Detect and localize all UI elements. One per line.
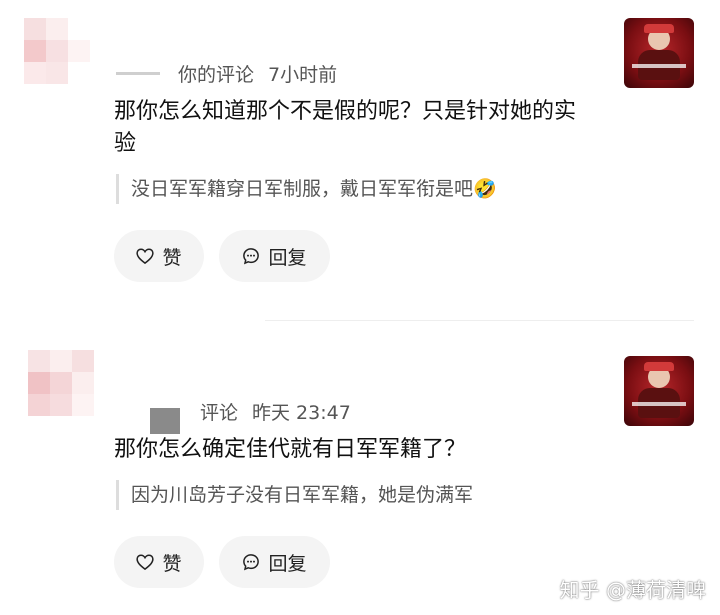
comment-meta: 评论 昨天 23:47 [200, 398, 351, 425]
avatar[interactable] [24, 18, 90, 84]
comment-text: 那你怎么知道那个不是假的呢？只是针对她的实验 [114, 99, 577, 156]
comment-item: 你的评论 7小时前 那你怎么知道那个不是假的呢？只是针对她的实验 没日军军籍穿日军… [0, 0, 720, 300]
laughing-emoji: 🤣 [473, 178, 497, 200]
reply-label: 回复 [268, 552, 307, 575]
comment-time: 昨天 23:47 [252, 402, 351, 424]
like-button[interactable]: 赞 [114, 536, 204, 588]
like-button[interactable]: 赞 [114, 230, 204, 282]
like-label: 赞 [162, 246, 182, 269]
chat-bubble-icon [242, 553, 260, 571]
reply-button[interactable]: 回复 [219, 536, 330, 588]
quoted-comment: 因为川岛芳子没有日军军籍，她是伪满军 [116, 480, 473, 510]
masked-username [150, 408, 180, 434]
comment-source-label: 你的评论 [178, 64, 255, 86]
like-label: 赞 [162, 552, 182, 575]
avatar[interactable] [28, 350, 94, 416]
heart-outline-icon [136, 554, 155, 570]
comment-time: 7小时前 [268, 64, 338, 86]
quoted-comment: 没日军军籍穿日军制服，戴日军军衔是吧🤣 [116, 174, 497, 204]
comment-text: 那你怎么确定佳代就有日军军籍了？ [114, 437, 467, 462]
quoted-comment-text: 因为川岛芳子没有日军军籍，她是伪满军 [131, 484, 474, 506]
quoted-comment-text: 没日军军籍穿日军制服，戴日军军衔是吧 [131, 178, 474, 200]
divider [265, 320, 694, 321]
heart-outline-icon [136, 248, 155, 264]
video-thumbnail[interactable] [624, 18, 694, 88]
reply-label: 回复 [268, 246, 307, 269]
video-thumbnail[interactable] [624, 356, 694, 426]
comment-source-label: 评论 [200, 402, 239, 424]
comment-meta: 你的评论 7小时前 [178, 60, 337, 87]
chat-bubble-icon [242, 247, 260, 265]
watermark: 知乎 @薄荷清啤 [559, 578, 706, 602]
reply-button[interactable]: 回复 [219, 230, 330, 282]
